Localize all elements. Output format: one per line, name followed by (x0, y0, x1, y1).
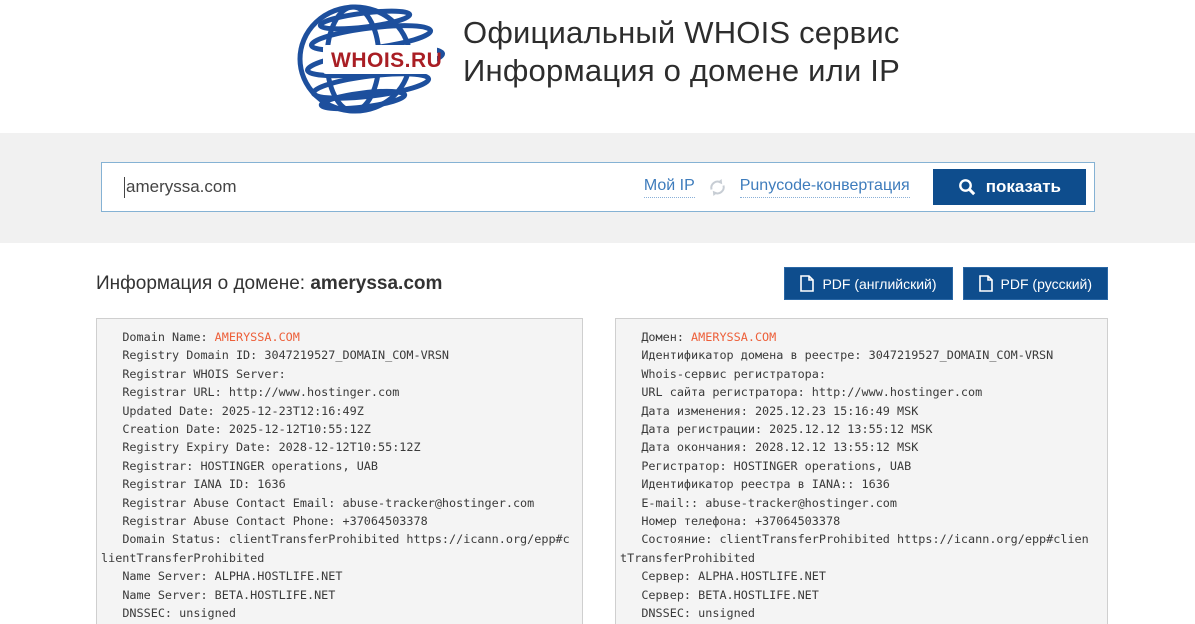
result-heading-prefix: Информация о домене: (96, 272, 311, 294)
brand[interactable]: WHOIS.RU Официальный WHOIS сервис Информ… (295, 0, 900, 133)
punycode-refresh-icon[interactable] (708, 178, 727, 197)
site-title-line2: Информация о домене или IP (463, 53, 900, 88)
show-button[interactable]: показать (932, 169, 1086, 205)
whois-panel-russian: Домен: AMERYSSA.COM Идентификатор домена… (615, 318, 1108, 624)
whois-ru-first-label: Домен: (620, 330, 692, 344)
search-icon (958, 179, 975, 196)
results-area: Информация о домене: ameryssa.com PDF (а… (96, 267, 1108, 624)
text-caret (124, 177, 125, 198)
result-header: Информация о домене: ameryssa.com PDF (а… (96, 267, 1108, 300)
pdf-russian-button[interactable]: PDF (русский) (962, 267, 1108, 300)
search-controls: Мой IP Punycode-конвертация показать (643, 169, 1094, 205)
whois-panels: Domain Name: AMERYSSA.COM Registry Domai… (96, 318, 1108, 624)
pdf-icon (978, 275, 993, 292)
whois-ru-body: Идентификатор домена в реестре: 30472195… (620, 348, 1089, 621)
domain-search-input[interactable] (102, 163, 644, 211)
result-heading: Информация о домене: ameryssa.com (96, 273, 442, 295)
pdf-english-button[interactable]: PDF (английский) (784, 267, 953, 300)
pdf-buttons: PDF (английский) PDF (русский) (784, 267, 1108, 300)
whois-text-english: Domain Name: AMERYSSA.COM Registry Domai… (101, 328, 574, 623)
my-ip-link[interactable]: Мой IP (643, 177, 695, 198)
result-domain: ameryssa.com (310, 272, 443, 294)
show-button-label: показать (985, 177, 1061, 196)
site-header: WHOIS.RU Официальный WHOIS сервис Информ… (0, 0, 1195, 133)
pdf-russian-label: PDF (русский) (1000, 275, 1092, 292)
whois-en-body: Registry Domain ID: 3047219527_DOMAIN_CO… (101, 348, 570, 621)
pdf-english-label: PDF (английский) (822, 275, 937, 292)
whois-panel-english: Domain Name: AMERYSSA.COM Registry Domai… (96, 318, 583, 624)
whois-globe-logo: WHOIS.RU (297, 4, 446, 114)
whois-ru-domain-highlight: AMERYSSA.COM (691, 330, 777, 344)
site-titles: Официальный WHOIS сервис Информация о до… (463, 4, 900, 90)
whois-text-russian: Домен: AMERYSSA.COM Идентификатор домена… (620, 328, 1093, 623)
pdf-icon (800, 275, 815, 292)
site-title-line1: Официальный WHOIS сервис (463, 15, 900, 50)
search-box: Мой IP Punycode-конвертация (101, 162, 1095, 212)
logo-text: WHOIS.RU (331, 49, 442, 72)
punycode-link[interactable]: Punycode-конвертация (739, 177, 910, 198)
whois-en-domain-highlight: AMERYSSA.COM (214, 330, 300, 344)
search-section: Мой IP Punycode-конвертация (0, 133, 1195, 243)
whois-en-first-label: Domain Name: (101, 330, 215, 344)
